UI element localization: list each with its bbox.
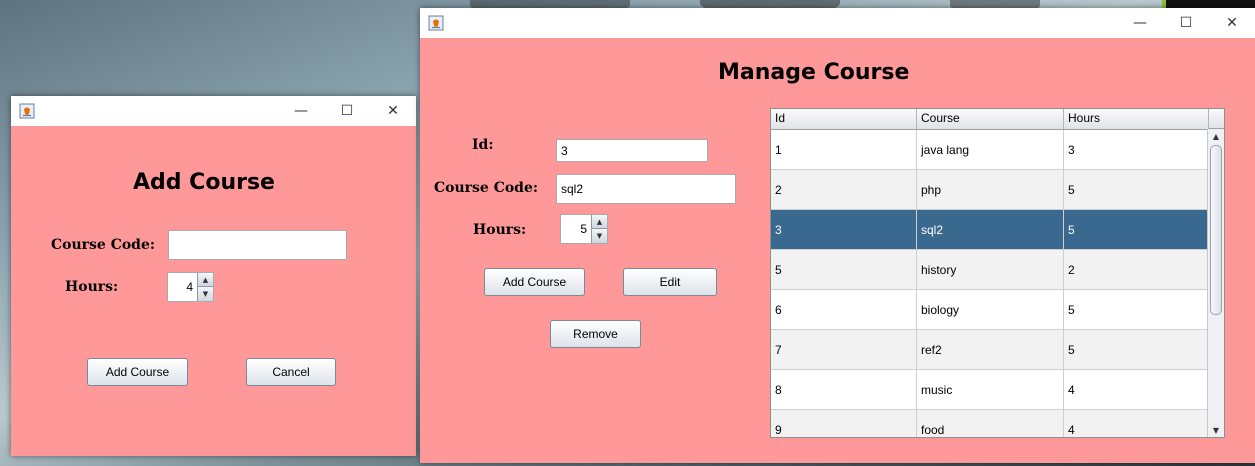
minimize-button[interactable]: — <box>1117 8 1163 38</box>
cell-hours: 5 <box>1064 330 1209 369</box>
add-course-button[interactable]: Add Course <box>484 268 585 296</box>
table-row[interactable]: 2 php 5 <box>771 170 1209 210</box>
hours-spinner-value: 4 <box>186 280 193 294</box>
cell-course: history <box>917 250 1064 289</box>
cell-id: 2 <box>771 170 917 209</box>
hours-spinner-value: 5 <box>580 222 587 236</box>
cell-hours: 3 <box>1064 130 1209 169</box>
cell-hours: 5 <box>1064 170 1209 209</box>
page-title: Add Course <box>133 170 275 195</box>
header-corner <box>1208 109 1224 129</box>
hours-label: Hours: <box>65 279 119 295</box>
cell-hours: 5 <box>1064 210 1209 249</box>
maximize-button[interactable]: ☐ <box>324 96 370 126</box>
hours-label: Hours: <box>473 222 527 238</box>
title-bar: — ☐ ✕ <box>420 8 1255 38</box>
table-body: 1 java lang 3 2 php 5 3 sql2 5 5 history 2 6 biology 5… <box>771 130 1209 437</box>
cell-hours: 4 <box>1064 410 1209 437</box>
course-code-input[interactable]: sql2 <box>556 174 736 204</box>
scroll-up-icon[interactable]: ▲ <box>1208 129 1224 143</box>
cell-course: biology <box>917 290 1064 329</box>
table-header: Id Course Hours <box>771 109 1209 130</box>
hours-spinner[interactable]: 4 ▲ ▼ <box>167 272 214 302</box>
table-row[interactable]: 8 music 4 <box>771 370 1209 410</box>
cell-course: php <box>917 170 1064 209</box>
course-code-label: Course Code: <box>434 180 539 196</box>
cell-id: 5 <box>771 250 917 289</box>
java-coffee-icon <box>19 103 35 119</box>
cell-id: 6 <box>771 290 917 329</box>
spin-down-icon[interactable]: ▼ <box>197 287 213 301</box>
table-row[interactable]: 1 java lang 3 <box>771 130 1209 170</box>
id-label: Id: <box>472 137 494 153</box>
column-header-id[interactable]: Id <box>771 109 917 129</box>
cell-id: 3 <box>771 210 917 249</box>
cell-id: 9 <box>771 410 917 437</box>
remove-button[interactable]: Remove <box>550 320 641 348</box>
column-header-hours[interactable]: Hours <box>1064 109 1209 129</box>
spin-down-icon[interactable]: ▼ <box>591 229 607 243</box>
spin-up-icon[interactable]: ▲ <box>197 273 213 287</box>
scroll-down-icon[interactable]: ▼ <box>1208 423 1224 437</box>
edit-button[interactable]: Edit <box>623 268 717 296</box>
cell-hours: 2 <box>1064 250 1209 289</box>
close-button[interactable]: ✕ <box>1209 8 1255 38</box>
cell-course: sql2 <box>917 210 1064 249</box>
course-code-input[interactable] <box>168 230 347 260</box>
add-course-window: — ☐ ✕ Add Course Course Code: Hours: 4 ▲… <box>11 96 416 456</box>
page-title: Manage Course <box>718 60 910 85</box>
scrollbar-thumb[interactable] <box>1210 145 1222 315</box>
cell-hours: 5 <box>1064 290 1209 329</box>
column-header-course[interactable]: Course <box>917 109 1064 129</box>
cell-id: 8 <box>771 370 917 409</box>
vertical-scrollbar[interactable]: ▲ ▼ <box>1207 129 1224 437</box>
cell-course: java lang <box>917 130 1064 169</box>
cell-id: 7 <box>771 330 917 369</box>
close-button[interactable]: ✕ <box>370 96 416 126</box>
cell-id: 1 <box>771 130 917 169</box>
table-row[interactable]: 7 ref2 5 <box>771 330 1209 370</box>
course-code-label: Course Code: <box>51 237 156 253</box>
title-bar: — ☐ ✕ <box>11 96 416 126</box>
cancel-button[interactable]: Cancel <box>246 358 336 386</box>
id-input[interactable]: 3 <box>556 139 708 162</box>
manage-course-window: — ☐ ✕ Manage Course Id: 3 Course Code: s… <box>420 8 1255 463</box>
cell-hours: 4 <box>1064 370 1209 409</box>
table-row-selected[interactable]: 3 sql2 5 <box>771 210 1209 250</box>
table-row[interactable]: 6 biology 5 <box>771 290 1209 330</box>
minimize-button[interactable]: — <box>278 96 324 126</box>
cell-course: music <box>917 370 1064 409</box>
table-row[interactable]: 5 history 2 <box>771 250 1209 290</box>
spin-up-icon[interactable]: ▲ <box>591 215 607 229</box>
courses-table[interactable]: Id Course Hours 1 java lang 3 2 php 5 3 sql2 5 5 h… <box>770 108 1225 438</box>
add-course-button[interactable]: Add Course <box>87 358 188 386</box>
hours-spinner[interactable]: 5 ▲ ▼ <box>560 214 608 244</box>
java-coffee-icon <box>428 15 444 31</box>
table-row[interactable]: 9 food 4 <box>771 410 1209 437</box>
cell-course: ref2 <box>917 330 1064 369</box>
cell-course: food <box>917 410 1064 437</box>
maximize-button[interactable]: ☐ <box>1163 8 1209 38</box>
